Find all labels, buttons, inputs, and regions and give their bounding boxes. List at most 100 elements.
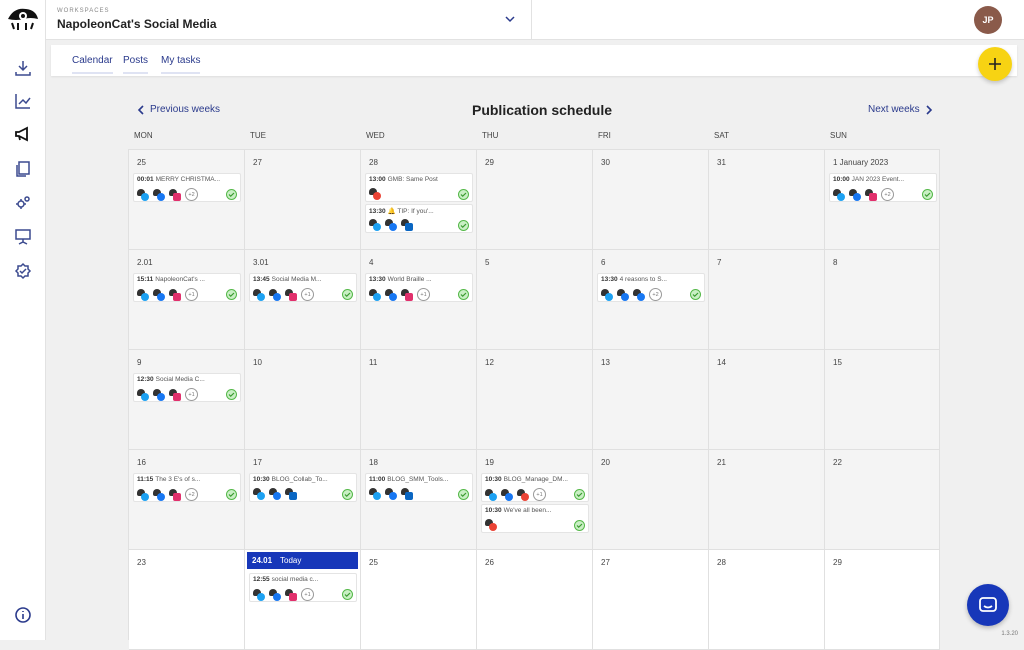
instagram-icon [285,589,298,601]
calendar-day-cell[interactable]: 15 [825,350,940,450]
calendar-day-cell[interactable]: 2.0115:11NapoleonCat's ...+1 [129,250,245,350]
calendar-day-cell[interactable]: 28 [709,550,825,650]
day-number: 28 [369,158,378,167]
weekday-header: TUE [250,131,266,140]
more-profiles-badge[interactable]: +1 [533,488,546,501]
documents-icon[interactable] [11,157,35,181]
day-number: 20 [601,458,610,467]
more-profiles-badge[interactable]: +1 [417,288,430,301]
megaphone-icon[interactable] [11,122,35,146]
sub-navigation: Calendar Posts My tasks [51,45,1017,76]
day-number: 13 [601,358,610,367]
scheduled-post[interactable]: 10:00JAN 2023 Event...+2 [829,173,937,202]
day-number: 14 [717,358,726,367]
scheduled-post[interactable]: 11:15The 3 E's of s...+2 [133,473,241,502]
calendar-day-cell[interactable]: 24.01Today12:55social media c...+1 [245,550,361,650]
post-time: 11:00 [369,476,385,483]
calendar-day-cell[interactable]: 11 [361,350,477,450]
previous-weeks-link[interactable]: Previous weeks [137,104,220,115]
info-icon[interactable] [14,606,32,624]
linkedin-icon [285,488,298,500]
facebook-icon [153,489,166,501]
scheduled-post[interactable]: 10:30We've all been... [481,504,589,533]
facebook-icon [269,488,282,500]
chat-support-button[interactable] [967,584,1009,626]
calendar-day-cell[interactable]: 29 [477,150,593,250]
scheduled-post[interactable]: 12:55social media c...+1 [249,573,357,602]
calendar-day-cell[interactable]: 8 [825,250,940,350]
more-profiles-badge[interactable]: +1 [185,288,198,301]
calendar-day-cell[interactable]: 1611:15The 3 E's of s...+2 [129,450,245,550]
calendar-day-cell[interactable]: 10 [245,350,361,450]
more-profiles-badge[interactable]: +1 [301,288,314,301]
post-text: Social Media M... [272,276,322,283]
calendar-day-cell[interactable]: 13 [593,350,709,450]
calendar-day-cell[interactable]: 1811:00BLOG_SMM_Tools... [361,450,477,550]
scheduled-post[interactable]: 13:30World Braille ...+1 [365,273,473,302]
scheduled-post[interactable]: 11:00BLOG_SMM_Tools... [365,473,473,502]
scheduled-post[interactable]: 13:304 reasons to S...+2 [597,273,705,302]
post-time: 13:45 [253,276,270,283]
workspace-selector[interactable]: WORKSPACES NapoleonCat's Social Media [46,0,532,40]
next-weeks-link[interactable]: Next weeks [868,104,933,115]
add-post-button[interactable] [978,47,1012,81]
scheduled-post[interactable]: 13:30🔔 TIP: If you'... [365,204,473,233]
calendar-day-cell[interactable]: 26 [477,550,593,650]
presentation-board-icon[interactable] [11,225,35,249]
tab-calendar[interactable]: Calendar [72,55,113,74]
user-avatar[interactable]: JP [974,6,1002,34]
scheduled-post[interactable]: 10:30BLOG_Collab_To... [249,473,357,502]
download-icon[interactable] [11,56,35,80]
calendar-day-cell[interactable]: 1910:30BLOG_Manage_DM...+110:30We've all… [477,450,593,550]
post-title: 13:45Social Media M... [253,276,343,283]
more-profiles-badge[interactable]: +2 [185,188,198,201]
badge-check-icon[interactable] [11,259,35,283]
automation-gears-icon[interactable] [11,191,35,215]
scheduled-post[interactable]: 13:45Social Media M... +1 [249,273,357,302]
day-number: 30 [601,158,610,167]
calendar-day-cell[interactable]: 5 [477,250,593,350]
tab-my-tasks[interactable]: My tasks [161,55,200,74]
more-profiles-badge[interactable]: +1 [301,588,314,601]
calendar-day-cell[interactable]: 1 January 202310:00JAN 2023 Event...+2 [825,150,940,250]
calendar-day-cell[interactable]: 912:30Social Media C...+1 [129,350,245,450]
calendar-day-cell[interactable]: 23 [129,550,245,650]
scheduled-post[interactable]: 15:11NapoleonCat's ...+1 [133,273,241,302]
facebook-icon [153,289,166,301]
more-profiles-badge[interactable]: +2 [649,288,662,301]
calendar-day-cell[interactable]: 27 [593,550,709,650]
scheduled-post[interactable]: 10:30BLOG_Manage_DM...+1 [481,473,589,502]
more-profiles-badge[interactable]: +2 [185,488,198,501]
calendar-day-cell[interactable]: 28 13:00GMB: Same Post 13:30🔔 TIP: If you'… [361,150,477,250]
scheduled-post[interactable]: 00:01MERRY CHRISTMA...+2 [133,173,241,202]
calendar-day-cell[interactable]: 14 [709,350,825,450]
scheduled-post[interactable]: 13:00GMB: Same Post [365,173,473,202]
calendar-day-cell[interactable]: 20 [593,450,709,550]
calendar-day-cell[interactable]: 30 [593,150,709,250]
more-profiles-badge[interactable]: +1 [185,388,198,401]
scheduled-post[interactable]: 12:30Social Media C...+1 [133,373,241,402]
calendar-day-cell[interactable]: 613:304 reasons to S...+2 [593,250,709,350]
tab-posts[interactable]: Posts [123,55,148,74]
calendar-day-cell[interactable]: 12 [477,350,593,450]
post-platforms [369,488,414,500]
calendar-day-cell[interactable]: 25 [361,550,477,650]
calendar-day-cell[interactable]: 27 [245,150,361,250]
calendar-day-cell[interactable]: 21 [709,450,825,550]
day-number: 22 [833,458,842,467]
calendar-day-cell[interactable]: 7 [709,250,825,350]
calendar-day-cell[interactable]: 29 [825,550,940,650]
post-title: 13:30🔔 TIP: If you'... [369,207,459,215]
calendar-day-cell[interactable]: 3.0113:45Social Media M...+1 [245,250,361,350]
calendar-day-cell[interactable]: 2500:01MERRY CHRISTMA...+2 [129,150,245,250]
chevron-down-icon[interactable] [503,12,517,26]
more-profiles-badge[interactable]: +2 [881,188,894,201]
calendar-day-cell[interactable]: 22 [825,450,940,550]
napoleoncat-logo-icon[interactable] [6,5,40,35]
published-check-icon [690,289,701,300]
calendar-day-cell[interactable]: 1710:30BLOG_Collab_To... [245,450,361,550]
calendar-day-cell[interactable]: 31 [709,150,825,250]
post-platforms: +1 [369,288,430,301]
calendar-day-cell[interactable]: 413:30World Braille ...+1 [361,250,477,350]
post-text: World Braille ... [388,276,432,283]
